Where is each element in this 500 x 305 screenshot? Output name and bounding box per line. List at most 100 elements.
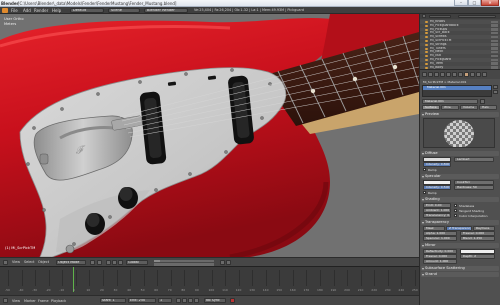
timeline-menu-playback[interactable]: Playback bbox=[51, 299, 66, 303]
play-reverse-icon[interactable] bbox=[182, 298, 187, 303]
translucency-field[interactable]: Translucency: 0.000 bbox=[423, 213, 451, 218]
menu-help[interactable]: Help bbox=[52, 8, 61, 13]
visibility-toggle-icon[interactable] bbox=[491, 50, 498, 54]
world-tab-icon[interactable] bbox=[434, 72, 439, 77]
modifiers-tab-icon[interactable] bbox=[452, 72, 457, 77]
blender-logo-icon[interactable] bbox=[2, 8, 8, 13]
render-engine-select[interactable]: Blender Render bbox=[144, 8, 188, 13]
render-preview-icon[interactable] bbox=[226, 260, 231, 265]
constraints-tab-icon[interactable] bbox=[446, 72, 451, 77]
diffuse-panel-header[interactable]: Diffuse bbox=[421, 151, 499, 156]
layer-buttons[interactable] bbox=[154, 259, 214, 266]
screen-layout-select[interactable]: Default bbox=[70, 8, 104, 13]
physics-tab-icon[interactable] bbox=[482, 72, 487, 77]
mirror-reflectivity-field[interactable]: Reflectivity: 0.000 bbox=[423, 249, 457, 254]
transparency-mask-button[interactable]: Mask bbox=[423, 226, 445, 231]
jump-end-icon[interactable] bbox=[194, 298, 199, 303]
visibility-toggle-icon[interactable] bbox=[491, 28, 498, 31]
material-tab-icon[interactable] bbox=[464, 72, 469, 77]
transparency-raytrace-button[interactable]: Raytrace bbox=[473, 226, 495, 231]
menu-add[interactable]: Add bbox=[23, 8, 31, 13]
diffuse-color-swatch[interactable] bbox=[423, 157, 451, 162]
timeline-menu-view[interactable]: View bbox=[12, 299, 20, 303]
mirror-depth-field[interactable]: Depth: 2 bbox=[460, 254, 495, 259]
visibility-toggle-icon[interactable] bbox=[491, 39, 498, 43]
shadeless-checkbox[interactable] bbox=[454, 203, 457, 207]
3d-viewport[interactable]: 𝓕 User Ortho Meters (1) Mi_ScrPickTM bbox=[0, 14, 419, 257]
visibility-toggle-icon[interactable] bbox=[491, 62, 498, 65]
maximize-button[interactable]: □ bbox=[468, 0, 481, 6]
mirror-fresnel-field[interactable]: Fresnel: 0.000 bbox=[423, 254, 457, 259]
visibility-toggle-icon[interactable] bbox=[491, 54, 498, 58]
menu-select[interactable]: Select bbox=[24, 260, 34, 264]
visibility-toggle-icon[interactable] bbox=[491, 24, 498, 27]
object-tab-icon[interactable] bbox=[440, 72, 445, 77]
outliner-editor-icon[interactable] bbox=[422, 14, 426, 18]
menu-file[interactable]: File bbox=[11, 8, 18, 13]
fake-user-button[interactable] bbox=[480, 99, 485, 104]
cubic-interpolation-checkbox[interactable] bbox=[454, 213, 457, 217]
manipulator-rotate-icon[interactable] bbox=[112, 260, 117, 265]
orientation-select[interactable]: Global bbox=[126, 260, 148, 265]
timeline-editor-type-icon[interactable] bbox=[3, 298, 8, 303]
sync-mode-select[interactable]: No Sync bbox=[204, 298, 226, 303]
material-slot-selected[interactable]: Material.001 bbox=[423, 85, 491, 90]
mirror-color-swatch[interactable] bbox=[460, 249, 495, 254]
timeline-menu-marker[interactable]: Marker bbox=[24, 299, 36, 303]
texture-tab-icon[interactable] bbox=[470, 72, 475, 77]
specular-shader-select[interactable]: CookTorr bbox=[454, 180, 494, 185]
mirror-gloss-amount-field[interactable]: Amount: 1.000 bbox=[423, 259, 457, 264]
timeline-editor[interactable]: -50 -40 -30 -20 -10 0 10 20 30 40 50 60 70 80 90 100 110… bbox=[0, 266, 419, 295]
mirror-panel-header[interactable]: Mirror bbox=[421, 243, 499, 248]
editor-type-icon[interactable] bbox=[3, 260, 8, 265]
transparency-fresnel-field[interactable]: Fresnel: 0.000 bbox=[460, 231, 495, 236]
manipulator-scale-icon[interactable] bbox=[118, 260, 123, 265]
strand-panel-header[interactable]: Strand bbox=[421, 272, 499, 277]
ambient-field[interactable]: Ambient: 1.000 bbox=[423, 208, 451, 213]
particles-tab-icon[interactable] bbox=[476, 72, 481, 77]
shading-panel-header[interactable]: Shading bbox=[421, 197, 499, 202]
transparency-blend-field[interactable]: Blend: 1.250 bbox=[460, 236, 495, 241]
wire-tab[interactable]: Wire bbox=[441, 105, 459, 110]
specular-hardness-field[interactable]: Hardness: 50 bbox=[454, 185, 494, 190]
current-frame-field[interactable]: 1 bbox=[158, 298, 172, 303]
transparency-z-button[interactable]: Z Transparency bbox=[446, 226, 472, 231]
visibility-toggle-icon[interactable] bbox=[491, 47, 498, 50]
shading-icon[interactable] bbox=[90, 260, 95, 265]
outliner-search-input[interactable] bbox=[458, 14, 496, 19]
material-name-field[interactable]: Material.001 bbox=[422, 99, 478, 104]
snap-icon[interactable] bbox=[220, 260, 225, 265]
timeline-menu-frame[interactable]: Frame bbox=[38, 299, 49, 303]
diffuse-shader-select[interactable]: Lambert bbox=[454, 157, 494, 162]
scene-select[interactable]: Scene bbox=[108, 8, 140, 13]
menu-view[interactable]: View bbox=[12, 260, 20, 264]
preview-panel-header[interactable]: Preview bbox=[421, 112, 499, 117]
specular-color-swatch[interactable] bbox=[423, 180, 451, 185]
alpha-field[interactable]: Alpha: 1.000 bbox=[423, 231, 457, 236]
visibility-toggle-icon[interactable] bbox=[491, 43, 498, 46]
end-frame-field[interactable]: End: 250 bbox=[128, 298, 156, 303]
visibility-toggle-icon[interactable] bbox=[491, 31, 498, 35]
minimize-button[interactable]: – bbox=[454, 0, 468, 6]
outliner-display-select[interactable] bbox=[429, 14, 451, 19]
halo-tab[interactable]: Halo bbox=[479, 105, 497, 110]
properties-editor[interactable]: Mi_ScrPickTM > Material.001 Material.001… bbox=[419, 69, 500, 305]
transparency-specular-field[interactable]: Specular: 1.000 bbox=[423, 236, 457, 241]
material-slot-list[interactable]: Material.001 bbox=[422, 85, 492, 97]
manipulator-translate-icon[interactable] bbox=[106, 260, 111, 265]
diffuse-intensity-field[interactable]: Intensity: 0.800 bbox=[423, 162, 451, 167]
pivot-icon[interactable] bbox=[97, 260, 102, 265]
scene-tab-icon[interactable] bbox=[428, 72, 433, 77]
menu-object[interactable]: Object bbox=[38, 260, 49, 264]
render-tab-icon[interactable] bbox=[422, 72, 427, 77]
tangent-shading-checkbox[interactable] bbox=[454, 208, 457, 212]
menu-render[interactable]: Render bbox=[34, 8, 48, 13]
data-tab-icon[interactable] bbox=[458, 72, 463, 77]
emit-field[interactable]: Emit: 0.00 bbox=[423, 203, 451, 208]
diffuse-ramp-checkbox[interactable] bbox=[423, 168, 426, 171]
visibility-toggle-icon[interactable] bbox=[491, 20, 498, 24]
visibility-toggle-icon[interactable] bbox=[491, 35, 498, 39]
surface-tab[interactable]: Surface bbox=[422, 105, 440, 110]
specular-intensity-field[interactable]: Intensity: 0.500 bbox=[423, 185, 451, 190]
remove-slot-button[interactable] bbox=[493, 90, 498, 94]
